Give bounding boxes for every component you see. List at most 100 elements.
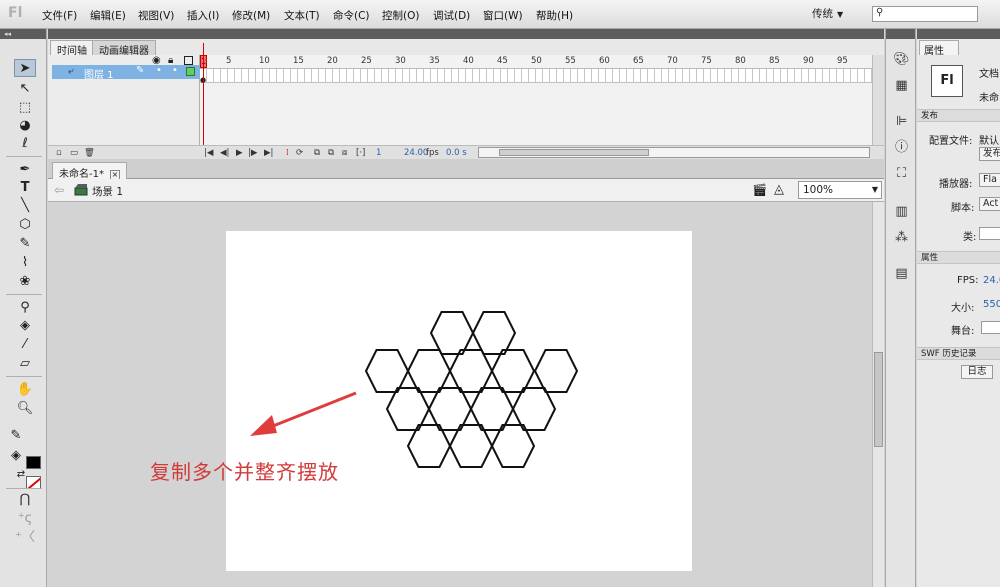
info-icon[interactable]: ⓘ [893, 139, 910, 156]
stage-vertical-scrollbar[interactable] [872, 202, 884, 587]
timeline-vertical-scrollbar[interactable] [872, 55, 884, 159]
paint-bucket-tool-icon[interactable]: ◈ [14, 317, 36, 335]
swap-colors-icon[interactable]: ⇄ [10, 466, 32, 484]
new-layer-icon[interactable]: ▫ [56, 148, 62, 158]
edit-scene-icon[interactable]: 🎬︎ [752, 183, 767, 197]
eraser-tool-icon[interactable]: ▱ [14, 355, 36, 373]
player-select[interactable]: Fla [979, 173, 1000, 187]
frame-rate-value[interactable]: 24.00 [404, 148, 428, 158]
go-first-frame-icon[interactable]: |◀ [204, 148, 213, 158]
timeline-horizontal-scrollbar[interactable] [478, 147, 870, 158]
eyedropper-tool-icon[interactable]: ⁄ [14, 336, 36, 354]
center-frame-icon[interactable]: ⁞ [286, 148, 289, 158]
menu-debug[interactable]: 调试(D) [433, 8, 470, 23]
stage-color-swatch[interactable] [981, 321, 1000, 334]
3d-rotation-tool-icon[interactable]: ◕ [14, 117, 36, 135]
layer-name[interactable]: 图层 1 [84, 66, 114, 81]
bone-tool-icon[interactable]: ⚲ [14, 299, 36, 317]
size-value[interactable]: 550 [983, 299, 1000, 310]
lasso-tool-icon[interactable]: ℓ [14, 135, 36, 153]
play-icon[interactable]: ▶ [236, 148, 243, 158]
class-input[interactable] [979, 227, 1000, 240]
step-forward-icon[interactable]: |▶ [248, 148, 257, 158]
layer-lock-dot[interactable]: • [172, 65, 178, 76]
deco-tool-icon[interactable]: ❀ [14, 273, 36, 291]
layer-visible-dot[interactable]: • [156, 65, 162, 76]
loop-icon[interactable]: ⟳ [296, 148, 303, 158]
edit-multiple-frames-icon[interactable]: ⧈ [342, 148, 347, 158]
section-properties[interactable]: 属性 [917, 251, 1000, 264]
delete-layer-icon[interactable]: 🗑︎ [84, 148, 95, 158]
section-swf-history[interactable]: SWF 历史记录 [917, 347, 1000, 360]
new-folder-icon[interactable]: ▭ [70, 148, 78, 158]
edit-symbols-icon[interactable]: ◬ [774, 182, 784, 197]
line-tool-icon[interactable]: ╲ [14, 197, 36, 215]
text-tool-icon[interactable]: T [14, 179, 36, 197]
menu-help[interactable]: 帮助(H) [536, 8, 573, 23]
onion-skin-icon[interactable]: ⧉ [314, 148, 320, 158]
tab-timeline[interactable]: 时间轴 [50, 40, 94, 57]
publish-settings-button[interactable]: 发布 [979, 147, 1000, 161]
menu-modify[interactable]: 修改(M) [232, 8, 270, 23]
zoom-tool-icon[interactable]: 🔍︎ [14, 400, 36, 418]
selection-tool-icon[interactable]: ➤ [14, 59, 36, 77]
document-tab[interactable]: 未命名-1* × [52, 162, 127, 180]
frames-area[interactable]: 1 5 10 15 20 25 30 35 40 45 50 55 60 65 … [200, 55, 872, 145]
scrollbar-thumb[interactable] [499, 149, 649, 156]
icon-strip-header[interactable] [886, 29, 915, 39]
menu-window[interactable]: 窗口(W) [483, 8, 523, 23]
script-select[interactable]: Act [979, 197, 1000, 211]
log-button[interactable]: 日志 [961, 365, 993, 379]
outline-icon[interactable] [184, 56, 193, 65]
menu-commands[interactable]: 命令(C) [333, 8, 370, 23]
snap-magnet-icon[interactable]: ⋂ [14, 491, 36, 509]
menu-edit[interactable]: 编辑(E) [90, 8, 126, 23]
menu-control[interactable]: 控制(O) [382, 8, 419, 23]
frame-number: 30 [395, 56, 406, 66]
frame-strip[interactable]: ● [200, 69, 872, 84]
tools-panel-header[interactable]: ◂◂ [0, 29, 46, 39]
subselection-tool-icon[interactable]: ↖ [14, 80, 36, 98]
transform-icon[interactable]: ⛶ [893, 165, 910, 182]
layer-outline-color[interactable] [186, 67, 195, 76]
pen-tool-icon[interactable]: ✒ [14, 161, 36, 179]
tab-properties[interactable]: 属性 [919, 40, 959, 57]
motion-presets-icon[interactable]: ▤ [893, 265, 910, 282]
workspace-switcher[interactable]: 传统 ▼ [812, 6, 843, 21]
swatches-icon[interactable]: ▦ [893, 77, 910, 94]
straighten-icon[interactable]: ⁺〈 [14, 529, 36, 547]
layer-row[interactable]: ⤶ 图层 1 ✎ • • [52, 65, 200, 81]
section-publish[interactable]: 发布 [917, 109, 1000, 122]
menu-file[interactable]: 文件(F) [42, 8, 77, 23]
fps-value[interactable]: 24.0 [983, 275, 1000, 286]
menu-view[interactable]: 视图(V) [138, 8, 174, 23]
back-arrow-icon[interactable]: ⇦ [54, 183, 64, 197]
pencil-tool-icon[interactable]: ✎ [14, 235, 36, 253]
polygon-tool-icon[interactable]: ⬡ [14, 216, 36, 234]
frame-ruler[interactable]: 1 5 10 15 20 25 30 35 40 45 50 55 60 65 … [200, 55, 872, 69]
components-icon[interactable]: ⁂ [893, 229, 910, 246]
step-back-icon[interactable]: ◀| [220, 148, 229, 158]
scrollbar-thumb[interactable] [874, 352, 883, 447]
color-icon[interactable]: 🎨︎ [893, 51, 910, 68]
library-icon[interactable]: ▥ [893, 203, 910, 220]
section-publish-label: 发布 [921, 111, 939, 121]
menu-text[interactable]: 文本(T) [284, 8, 320, 23]
menu-insert[interactable]: 插入(I) [187, 8, 219, 23]
free-transform-tool-icon[interactable]: ⬚ [14, 99, 36, 117]
frame-number: 60 [599, 56, 610, 66]
brush-tool-icon[interactable]: ⌇ [14, 254, 36, 272]
modify-markers-icon[interactable]: [·] [356, 148, 365, 158]
scene-label[interactable]: 场景 1 [92, 184, 123, 199]
help-search-input[interactable]: ⚲ [872, 6, 978, 22]
tab-motion-editor[interactable]: 动画编辑器 [92, 40, 156, 57]
onion-outline-icon[interactable]: ⧉ [328, 148, 334, 158]
hand-tool-icon[interactable]: ✋ [14, 381, 36, 399]
go-last-frame-icon[interactable]: ▶| [264, 148, 273, 158]
align-icon[interactable]: ⊫ [893, 113, 910, 130]
current-frame-value[interactable]: 1 [376, 148, 381, 158]
smooth-icon[interactable]: ⁺ς [14, 510, 36, 528]
stage-canvas[interactable] [226, 231, 692, 571]
properties-panel-header[interactable] [917, 29, 1000, 39]
zoom-select[interactable]: 100% ▼ [798, 181, 882, 199]
